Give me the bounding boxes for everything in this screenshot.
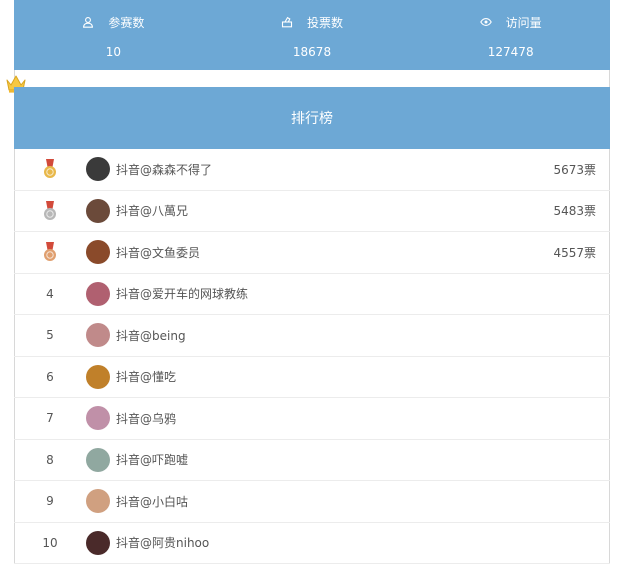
contestant-name[interactable]: 抖音@懂吃 <box>116 368 176 385</box>
eye-icon <box>479 18 492 26</box>
vote-count: 5673票 <box>553 162 596 177</box>
avatar[interactable] <box>86 198 110 223</box>
ranking-row[interactable]: 7 抖音@乌鸦 <box>14 398 610 440</box>
contestant-name[interactable]: 抖音@吓跑嘘 <box>116 451 188 468</box>
stat-label: 投票数 <box>307 15 344 30</box>
ranking-title: 排行榜 <box>291 111 333 127</box>
stat-value: 127478 <box>487 45 534 59</box>
avatar[interactable] <box>86 323 110 348</box>
contestant-name[interactable]: 抖音@阿贵nihoo <box>116 534 209 551</box>
contestant-name[interactable]: 抖音@乌鸦 <box>116 410 176 427</box>
stat-visits: 访问量 127478 <box>411 0 610 70</box>
ranking-row[interactable]: 9 抖音@小白咕 <box>14 481 610 523</box>
contestant-name[interactable]: 抖音@小白咕 <box>116 493 188 510</box>
ranking-row[interactable]: 5 抖音@being <box>14 315 610 357</box>
contestant-name[interactable]: 抖音@文鱼委员 <box>116 244 200 261</box>
rank-number: 4 <box>46 286 54 301</box>
ranking-row[interactable]: 抖音@文鱼委员 4557票 <box>14 232 610 274</box>
rank-number: 7 <box>46 411 54 426</box>
rank-number: 10 <box>42 535 58 550</box>
avatar[interactable] <box>86 240 110 265</box>
stat-label: 参赛数 <box>108 15 145 30</box>
stat-label: 访问量 <box>505 15 542 30</box>
user-icon <box>83 17 94 28</box>
ranking-row[interactable]: 6 抖音@懂吃 <box>14 357 610 398</box>
rank-number: 6 <box>46 369 54 384</box>
avatar[interactable] <box>86 530 110 555</box>
avatar[interactable] <box>86 157 110 182</box>
stat-participants: 参赛数 10 <box>14 0 213 70</box>
rank-number: 9 <box>46 494 54 509</box>
contestant-name[interactable]: 抖音@森森不得了 <box>116 161 212 178</box>
avatar[interactable] <box>86 281 110 306</box>
ranking-header: 排行榜 <box>14 87 610 149</box>
silver-medal-icon <box>14 200 86 221</box>
avatar[interactable] <box>86 447 110 472</box>
stats-bar: 参赛数 10 投票数 18678 访问量 127478 <box>14 0 610 70</box>
gold-medal-icon <box>14 159 86 179</box>
vote-count: 5483票 <box>553 204 596 219</box>
avatar[interactable] <box>86 406 110 431</box>
ranking-row[interactable]: 4 抖音@爱开车的网球教练 <box>14 274 610 315</box>
rank-number: 5 <box>46 328 54 343</box>
avatar[interactable] <box>86 489 110 514</box>
ranking-row[interactable]: 8 抖音@吓跑嘘 <box>14 440 610 481</box>
stat-value: 18678 <box>292 45 332 59</box>
ranking-row[interactable]: 抖音@八萬兄 5483票 <box>14 191 610 232</box>
vote-count: 4557票 <box>553 245 596 260</box>
stat-value: 10 <box>105 45 121 59</box>
contestant-name[interactable]: 抖音@being <box>116 327 186 344</box>
contestant-name[interactable]: 抖音@八萬兄 <box>116 202 188 219</box>
ballot-icon <box>281 16 293 28</box>
ranking-row[interactable]: 抖音@森森不得了 5673票 <box>14 149 610 191</box>
bronze-medal-icon <box>14 242 86 262</box>
contestant-name[interactable]: 抖音@爱开车的网球教练 <box>116 285 248 302</box>
rank-number: 8 <box>46 452 54 467</box>
ranking-row[interactable]: 10 抖音@阿贵nihoo <box>14 523 610 564</box>
stat-votes: 投票数 18678 <box>213 0 412 70</box>
ranking-list: 抖音@森森不得了 5673票抖音@八萬兄 5483票抖音@文鱼委员 4557票 4 抖音@… <box>14 149 610 564</box>
avatar[interactable] <box>86 364 110 389</box>
